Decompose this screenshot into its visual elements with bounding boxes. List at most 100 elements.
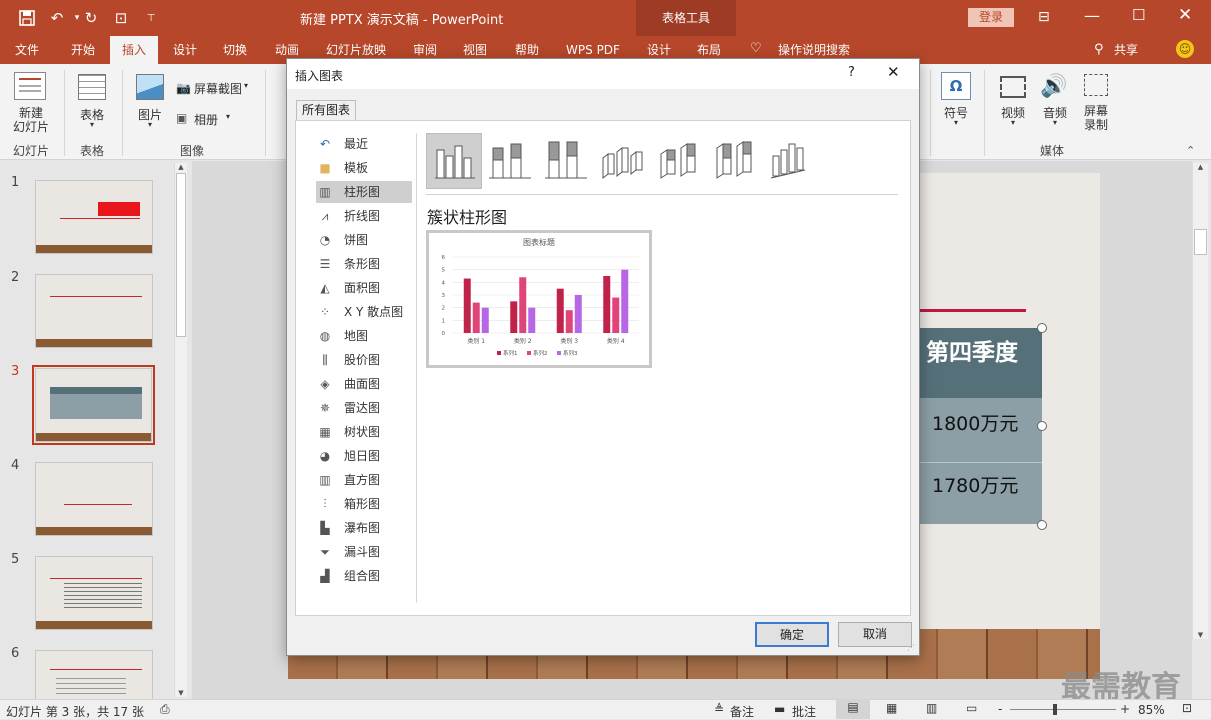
new-slide-button[interactable]: 新建 幻灯片	[4, 106, 58, 134]
screenshot-dropdown-icon[interactable]: ▾	[244, 81, 248, 90]
subtype-100-stacked-column[interactable]	[538, 133, 594, 189]
ribbon-display-icon[interactable]: ⊟	[1038, 9, 1050, 25]
subtype-stacked-column[interactable]	[482, 133, 538, 189]
smiley-icon[interactable]: ☺	[1176, 40, 1194, 58]
category-funnel[interactable]: ⏷ 漏斗图	[316, 541, 412, 563]
category-area[interactable]: ◭ 面积图	[316, 277, 412, 299]
slide-thumbnail-5[interactable]	[35, 556, 153, 630]
thumbnail-scrollbar[interactable]: ▲ ▼	[174, 163, 187, 697]
slide-number: 4	[11, 458, 20, 473]
screen-record-icon[interactable]	[1084, 74, 1108, 96]
omega-icon[interactable]: Ω	[941, 72, 971, 100]
category-line[interactable]: ⩘ 折线图	[316, 205, 412, 227]
screenshot-button[interactable]: 屏幕截图	[194, 80, 242, 97]
treemap-chart-icon: ▦	[319, 425, 331, 439]
subtype-3d-100-stacked-column[interactable]	[706, 133, 762, 189]
album-button[interactable]: 相册	[194, 111, 218, 128]
reading-view-icon[interactable]: ▥	[926, 701, 937, 715]
subtype-3d-clustered-column[interactable]	[594, 133, 650, 189]
canvas-scrollbar[interactable]: ▲ ▼	[1192, 163, 1208, 639]
slide-sorter-icon[interactable]: ▦	[886, 701, 897, 715]
customize-qat-icon[interactable]: ⊤	[140, 8, 162, 28]
category-stock[interactable]: ⫼ 股价图	[316, 349, 412, 371]
comments-button[interactable]: 批注	[792, 703, 816, 720]
chart-preview[interactable]: 图表标题 0 1 2 3 4 5 6 类别 1 类别 2 类别 3 类别 4 系列1 系列2 系列3	[426, 230, 652, 368]
present-icon[interactable]: ⊡	[110, 8, 132, 28]
slide-thumbnail-3[interactable]	[35, 368, 152, 442]
normal-view-icon[interactable]: ▤	[836, 700, 870, 719]
tab-all-charts[interactable]: 所有图表	[296, 100, 356, 120]
cancel-button[interactable]: 取消	[838, 622, 912, 647]
ok-button[interactable]: 确定	[755, 622, 829, 647]
video-dropdown-icon[interactable]: ▾	[1007, 118, 1019, 127]
category-pie[interactable]: ◔ 饼图	[316, 229, 412, 251]
tab-file[interactable]: 文件	[6, 36, 48, 64]
save-icon[interactable]	[16, 8, 38, 28]
login-button[interactable]: 登录	[968, 8, 1014, 27]
picture-icon[interactable]	[136, 74, 164, 100]
notes-button[interactable]: 备注	[730, 703, 754, 720]
scatter-chart-icon: ⁘	[319, 305, 331, 319]
redo-icon[interactable]: ↻	[80, 8, 102, 28]
zoom-level[interactable]: 85%	[1138, 703, 1165, 717]
screen-record-button[interactable]: 屏幕 录制	[1076, 104, 1116, 132]
close-icon[interactable]: ✕	[1178, 5, 1192, 25]
category-radar[interactable]: ✵ 雷达图	[316, 397, 412, 419]
minimize-icon[interactable]: —	[1084, 6, 1100, 25]
chart-bar	[510, 301, 518, 333]
subtype-clustered-column[interactable]	[426, 133, 482, 189]
resize-handle[interactable]	[1037, 520, 1047, 530]
category-templates[interactable]: ■ 模板	[316, 157, 412, 179]
resize-handle[interactable]	[1037, 323, 1047, 333]
category-boxwhisker[interactable]: ⫶ 箱形图	[316, 493, 412, 515]
category-treemap[interactable]: ▦ 树状图	[316, 421, 412, 443]
category-recent[interactable]: ↶ 最近	[316, 133, 412, 155]
audio-dropdown-icon[interactable]: ▾	[1049, 118, 1061, 127]
category-surface[interactable]: ◈ 曲面图	[316, 373, 412, 395]
slide-thumbnail-4[interactable]	[35, 462, 153, 536]
subtype-3d-stacked-column[interactable]	[650, 133, 706, 189]
undo-icon[interactable]: ↶	[46, 8, 68, 28]
zoom-out-button[interactable]: -	[998, 702, 1002, 716]
category-map[interactable]: ◍ 地图	[316, 325, 412, 347]
tab-design[interactable]: 设计	[164, 36, 206, 64]
tab-insert[interactable]: 插入	[110, 36, 158, 64]
subtype-3d-column[interactable]	[762, 133, 818, 189]
slide-thumbnail-2[interactable]	[35, 274, 153, 348]
maximize-icon[interactable]: ☐	[1132, 6, 1145, 24]
category-waterfall[interactable]: ▙ 瀑布图	[316, 517, 412, 539]
picture-dropdown-icon[interactable]: ▾	[144, 120, 156, 129]
table-dropdown-icon[interactable]: ▾	[86, 120, 98, 129]
category-sunburst[interactable]: ◕ 旭日图	[316, 445, 412, 467]
collapse-ribbon-icon[interactable]: ⌃	[1186, 144, 1195, 157]
speaker-icon[interactable]: 🔊	[1040, 74, 1067, 99]
category-histogram[interactable]: ▥ 直方图	[316, 469, 412, 491]
video-icon[interactable]	[1000, 76, 1026, 98]
resize-grip-icon[interactable]: ⋰	[907, 643, 915, 652]
slideshow-view-icon[interactable]: ▭	[966, 701, 977, 715]
tab-transitions[interactable]: 切换	[214, 36, 256, 64]
category-combo[interactable]: ▟ 组合图	[316, 565, 412, 587]
dialog-help-button[interactable]: ?	[848, 65, 855, 80]
symbol-dropdown-icon[interactable]: ▾	[950, 118, 962, 127]
category-column[interactable]: ▥ 柱形图	[316, 181, 412, 203]
slide-thumbnail-6[interactable]	[35, 650, 153, 699]
slide-thumbnail-1[interactable]	[35, 180, 153, 254]
line-chart-icon: ⩘	[321, 209, 329, 223]
zoom-in-button[interactable]: +	[1120, 702, 1130, 716]
dialog-close-icon[interactable]: ✕	[887, 63, 900, 81]
category-bar[interactable]: ☰ 条形图	[316, 253, 412, 275]
new-slide-icon[interactable]	[14, 72, 46, 100]
spellcheck-icon[interactable]: ⎙	[160, 702, 170, 717]
table-icon[interactable]	[78, 74, 106, 100]
album-dropdown-icon[interactable]: ▾	[226, 112, 230, 121]
tab-home[interactable]: 开始	[62, 36, 104, 64]
resize-handle[interactable]	[1037, 421, 1047, 431]
category-scatter[interactable]: ⁘ X Y 散点图	[316, 301, 412, 323]
fit-to-window-icon[interactable]: ⊡	[1182, 701, 1192, 715]
zoom-slider[interactable]	[1010, 709, 1116, 710]
thumbnail-table	[50, 387, 142, 419]
zoom-slider-thumb[interactable]	[1053, 704, 1057, 715]
share-button[interactable]: 共享	[1110, 36, 1142, 64]
thumbnail-line	[60, 218, 140, 219]
